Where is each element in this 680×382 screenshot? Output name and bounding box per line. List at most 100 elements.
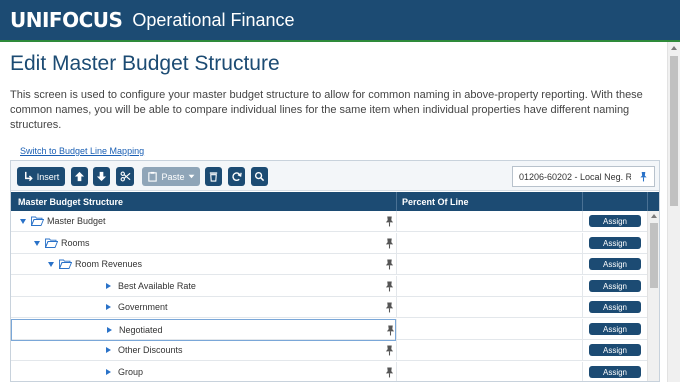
budget-structure-grid: Insert Paste 01206-60202 - Local Neg. Re… (10, 160, 660, 382)
pin-icon[interactable] (385, 345, 394, 356)
search-icon (254, 171, 265, 182)
app-window: UNIFOCUS Operational Finance Edit Master… (0, 0, 680, 382)
tree-cell[interactable]: Best Available Rate (11, 276, 396, 297)
collapsed-caret-icon[interactable] (106, 304, 111, 310)
move-down-button[interactable] (93, 167, 110, 186)
cell-divider (582, 297, 583, 318)
assign-button[interactable]: Assign (589, 366, 641, 378)
pin-icon[interactable] (385, 238, 394, 249)
tree-cell[interactable]: Master Budget (11, 211, 396, 232)
tree-cell[interactable]: Rooms (11, 233, 396, 254)
insert-button-label: Insert (36, 171, 60, 182)
table-row[interactable]: Other Discounts Assign (11, 340, 659, 361)
switch-to-budget-line-mapping-link[interactable]: Switch to Budget Line Mapping (20, 146, 144, 156)
tree-cell[interactable]: Room Revenues (11, 254, 396, 275)
grid-toolbar: Insert Paste 01206-60202 - Local Neg. Re (11, 161, 659, 191)
collapsed-caret-icon[interactable] (106, 369, 111, 375)
grid-header-row: Master Budget Structure Percent Of Line (11, 192, 659, 211)
cell-divider (582, 362, 583, 381)
cell-divider (396, 211, 397, 232)
refresh-button[interactable] (228, 167, 245, 186)
cell-divider (396, 319, 397, 340)
table-row[interactable]: Group Assign (11, 362, 659, 381)
insert-button[interactable]: Insert (17, 167, 65, 186)
cell-divider (396, 276, 397, 297)
tree-cell[interactable]: Group (11, 362, 396, 381)
table-row[interactable]: Government Assign (11, 297, 659, 318)
pin-icon[interactable] (385, 259, 394, 270)
assign-button[interactable]: Assign (589, 258, 641, 270)
cell-divider (396, 297, 397, 318)
column-divider (396, 192, 397, 211)
scroll-up-arrow-icon[interactable] (671, 46, 677, 50)
tree-item-label: Group (118, 367, 144, 377)
cell-divider (582, 276, 583, 297)
column-divider (647, 192, 648, 211)
collapsed-caret-icon[interactable] (106, 283, 111, 289)
clipboard-icon (148, 171, 158, 182)
collapsed-caret-icon[interactable] (106, 347, 111, 353)
grid-scrollbar[interactable] (647, 211, 659, 381)
pin-icon[interactable] (386, 325, 395, 336)
property-select-value: 01206-60202 - Local Neg. Re (519, 171, 631, 182)
tree-cell[interactable]: Negotiated (11, 319, 396, 341)
cell-divider (582, 319, 583, 340)
grid-scroll-up-arrow-icon[interactable] (651, 214, 657, 218)
cell-divider (582, 254, 583, 275)
delete-button[interactable] (205, 167, 222, 186)
page-scroll-thumb[interactable] (670, 56, 678, 206)
folder-open-icon (45, 238, 58, 248)
assign-button[interactable]: Assign (589, 344, 641, 356)
arrow-down-icon (96, 171, 107, 182)
page-title: Edit Master Budget Structure (10, 52, 280, 75)
page-description: This screen is used to configure your ma… (10, 89, 643, 131)
tree-item-label: Government (118, 302, 168, 312)
tree-item-label: Room Revenues (75, 259, 143, 269)
table-row[interactable]: Negotiated Assign (11, 319, 659, 341)
scissors-icon (120, 171, 130, 182)
expanded-caret-icon[interactable] (48, 262, 54, 267)
pin-icon[interactable] (385, 302, 394, 313)
insert-arrow-icon (24, 171, 33, 182)
pin-icon[interactable] (385, 216, 394, 227)
grid-body: Master Budget Assign Rooms Assign Room Reven… (11, 211, 659, 381)
cell-divider (582, 340, 583, 361)
table-row[interactable]: Room Revenues Assign (11, 254, 659, 275)
chevron-down-icon (188, 174, 194, 179)
page-scrollbar[interactable] (667, 42, 680, 382)
collapsed-caret-icon[interactable] (107, 327, 112, 333)
paste-dropdown-button[interactable]: Paste (142, 167, 200, 186)
property-select[interactable]: 01206-60202 - Local Neg. Re (512, 166, 655, 187)
refresh-icon (232, 172, 242, 181)
expanded-caret-icon[interactable] (34, 241, 40, 246)
assign-button[interactable]: Assign (589, 215, 641, 227)
table-row[interactable]: Best Available Rate Assign (11, 276, 659, 297)
assign-button[interactable]: Assign (589, 237, 641, 249)
cell-divider (396, 254, 397, 275)
pin-icon[interactable] (385, 367, 394, 378)
column-header-master-budget-structure[interactable]: Master Budget Structure (18, 197, 123, 207)
grid-scroll-thumb[interactable] (650, 223, 658, 288)
cut-button[interactable] (116, 167, 134, 186)
expanded-caret-icon[interactable] (20, 219, 26, 224)
paste-button-label: Paste (161, 171, 185, 182)
cell-divider (396, 362, 397, 381)
move-up-button[interactable] (71, 167, 88, 186)
tree-cell[interactable]: Government (11, 297, 396, 318)
column-header-percent-of-line[interactable]: Percent Of Line (402, 197, 469, 207)
assign-button[interactable]: Assign (589, 280, 641, 292)
brand-logo: UNIFOCUS (10, 8, 123, 32)
tree-cell[interactable]: Other Discounts (11, 340, 396, 361)
search-button[interactable] (251, 167, 268, 186)
folder-open-icon (59, 259, 72, 269)
table-row[interactable]: Master Budget Assign (11, 211, 659, 232)
assign-button[interactable]: Assign (589, 323, 641, 335)
pin-icon[interactable] (639, 171, 648, 182)
trash-icon (209, 172, 218, 182)
tree-item-label: Negotiated (119, 325, 163, 335)
tree-item-label: Master Budget (47, 216, 106, 226)
assign-button[interactable]: Assign (589, 301, 641, 313)
tree-item-label: Rooms (61, 238, 90, 248)
table-row[interactable]: Rooms Assign (11, 233, 659, 254)
pin-icon[interactable] (385, 281, 394, 292)
